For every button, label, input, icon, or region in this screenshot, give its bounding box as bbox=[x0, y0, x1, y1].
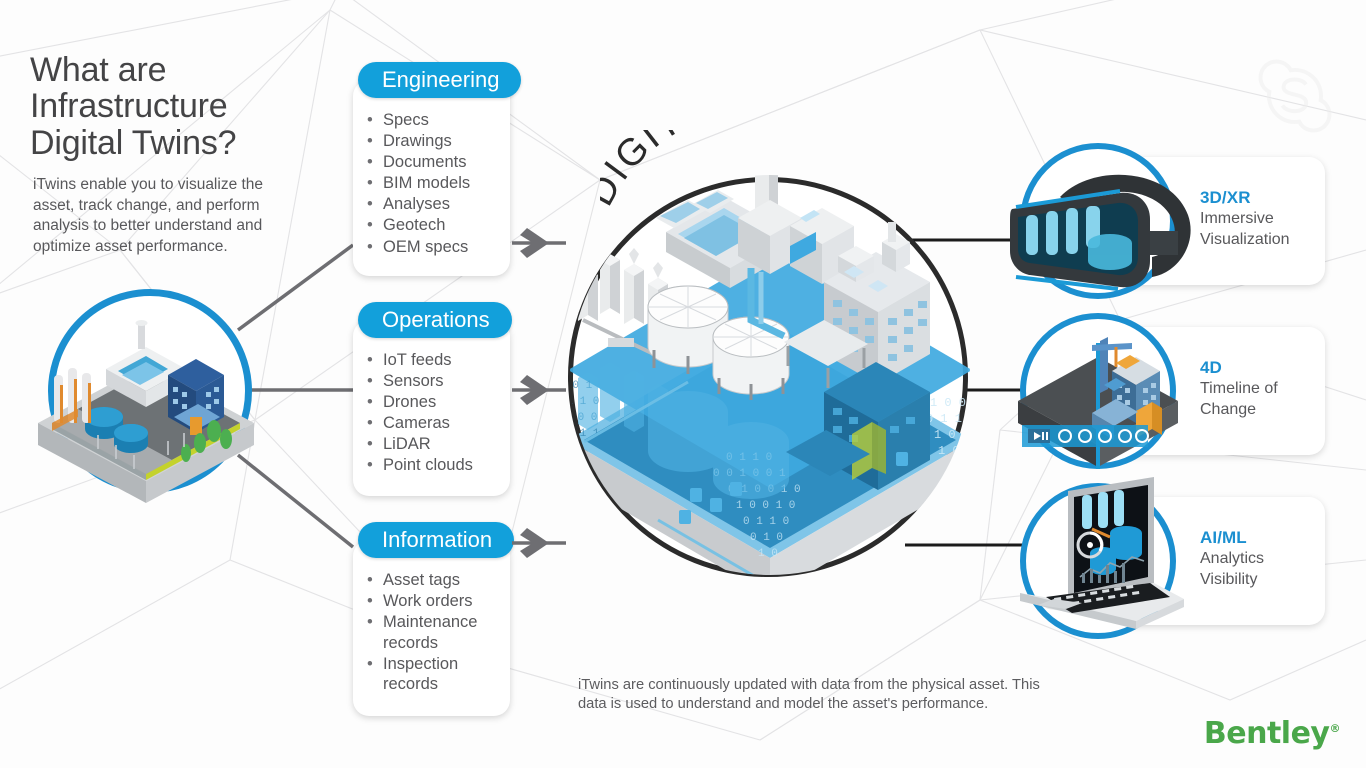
svg-text:1 0 0 1 0: 1 0 0 1 0 bbox=[938, 444, 1003, 458]
source-card-information[interactable]: Information • Asset tags • Work orders • Ma… bbox=[353, 522, 515, 716]
list-item: • Drawings bbox=[367, 131, 498, 152]
vr-headset-icon bbox=[1010, 174, 1191, 291]
list-item-label: Inspection records bbox=[383, 654, 459, 694]
bullet-icon: • bbox=[367, 237, 373, 256]
list-item: • Point clouds bbox=[367, 455, 498, 476]
list-item: • Work orders bbox=[367, 591, 498, 612]
bullet-icon: • bbox=[367, 435, 373, 454]
card-title-engineering: Engineering bbox=[358, 62, 522, 98]
bullet-icon: • bbox=[367, 174, 373, 193]
list-item-label: Analyses bbox=[383, 195, 450, 214]
list-item: • Analyses bbox=[367, 194, 498, 215]
engineering-item-list: • Specs • Drawings • Documents • BIM models … bbox=[353, 110, 510, 257]
list-item-label: Drones bbox=[383, 393, 437, 412]
output-card-subtitle: Analytics Visibility bbox=[1200, 550, 1265, 588]
isometric-plant-illustration bbox=[38, 320, 254, 503]
list-item-label: LiDAR bbox=[383, 435, 431, 454]
page-title: What are Infrastructure Digital Twins? bbox=[30, 51, 330, 162]
list-item: • Drones bbox=[367, 392, 498, 413]
bullet-icon: • bbox=[367, 111, 373, 129]
list-item-label: BIM models bbox=[383, 174, 471, 193]
operations-item-list: • IoT feeds • Sensors • Drones • Cameras • Li… bbox=[353, 350, 510, 476]
list-item: • Specs bbox=[367, 110, 498, 131]
svg-text:1 0: 1 0 bbox=[758, 548, 778, 560]
list-item-label: Drawings bbox=[383, 132, 452, 151]
list-item-label: Cameras bbox=[383, 414, 450, 433]
bullet-icon: • bbox=[367, 351, 373, 369]
digital-twin-label: DIGITAL TWIN bbox=[600, 130, 858, 213]
timeline-medallion bbox=[1018, 313, 1178, 469]
card-title-operations: Operations bbox=[358, 302, 512, 338]
physical-asset-medallion bbox=[38, 289, 254, 503]
list-item: • Geotech bbox=[367, 215, 498, 236]
list-item-label: Sensors bbox=[383, 372, 444, 391]
list-item: • Sensors bbox=[367, 371, 498, 392]
infographic-canvas: What are Infrastructure Digital Twins? i… bbox=[0, 0, 1366, 768]
timeline-scrubber bbox=[1022, 425, 1149, 447]
page-subcopy: iTwins enable you to visualize the asset… bbox=[33, 176, 264, 255]
page-title-line-1: What are bbox=[30, 51, 167, 89]
bentley-logo: Bentley® bbox=[1203, 716, 1341, 751]
bullet-icon: • bbox=[367, 195, 373, 214]
list-item-label: Geotech bbox=[383, 216, 446, 235]
output-card-subtitle: Immersive Visualization bbox=[1200, 210, 1290, 248]
page-title-line-3: Digital Twins? bbox=[30, 123, 237, 162]
bullet-icon: • bbox=[367, 571, 373, 589]
bullet-icon: • bbox=[367, 654, 373, 673]
digital-twin-label-text: DIGITAL TWIN bbox=[600, 130, 856, 213]
output-card-subtitle: Timeline of Change bbox=[1200, 380, 1278, 418]
registered-mark: ® bbox=[1329, 722, 1341, 735]
bottom-caption: iTwins are continuously updated with dat… bbox=[578, 677, 1040, 712]
list-item-label: OEM specs bbox=[383, 237, 469, 256]
list-item: • Documents bbox=[367, 152, 498, 173]
svg-text:1 0 0 1 0: 1 0 0 1 0 bbox=[736, 500, 795, 512]
svg-text:1 1 1: 1 1 1 bbox=[546, 444, 579, 456]
list-item-label: IoT feeds bbox=[383, 351, 452, 369]
bullet-icon: • bbox=[367, 414, 373, 433]
source-card-operations[interactable]: Operations • IoT feeds • Sensors • Drones •… bbox=[353, 302, 512, 496]
list-item: • Asset tags bbox=[367, 570, 498, 591]
list-item-label: Point clouds bbox=[383, 456, 473, 475]
bentley-logo-text: Bentley bbox=[1203, 716, 1330, 751]
source-card-engineering[interactable]: Engineering • Specs • Drawings • Documents … bbox=[353, 62, 522, 276]
svg-text:1 0 1 0 0: 1 0 1 0 0 bbox=[934, 428, 999, 442]
bullet-icon: • bbox=[367, 393, 373, 412]
list-item: • OEM specs bbox=[367, 237, 498, 258]
page-title-line-2: Infrastructure bbox=[30, 87, 228, 126]
svg-text:DIGITAL TWIN: DIGITAL TWIN bbox=[600, 130, 858, 213]
svg-text:1 0 0 1 0: 1 0 0 1 0 bbox=[930, 396, 995, 410]
svg-text:0 1 1 0 1 1: 0 1 1 0 1 1 bbox=[926, 412, 1005, 426]
list-item: • BIM models bbox=[367, 173, 498, 194]
skype-watermark-icon bbox=[1258, 59, 1332, 133]
list-item: • LiDAR bbox=[367, 434, 498, 455]
list-item-label: Documents bbox=[383, 153, 467, 172]
bullet-icon: • bbox=[367, 132, 373, 151]
list-item-label: Maintenance records bbox=[383, 613, 478, 652]
list-item: • Inspection records bbox=[367, 654, 498, 695]
digital-twin-illustration: 0 1 1 0 0 0 1 0 0 1 0 1 0 0 1 0 1 0 0 1 … bbox=[546, 175, 1005, 575]
list-item-label: Asset tags bbox=[383, 571, 461, 589]
svg-text:0 1 1 0: 0 1 1 0 bbox=[743, 516, 789, 528]
laptop-medallion bbox=[1020, 477, 1184, 639]
bullet-icon: • bbox=[367, 153, 373, 172]
list-item: • IoT feeds bbox=[367, 350, 498, 371]
bullet-icon: • bbox=[367, 456, 373, 475]
bullet-icon: • bbox=[367, 216, 373, 235]
list-item-label: Work orders bbox=[383, 592, 473, 611]
list-item: • Cameras bbox=[367, 413, 498, 434]
bullet-icon: • bbox=[367, 613, 373, 632]
bullet-icon: • bbox=[367, 372, 373, 391]
timeline-icon bbox=[1018, 337, 1178, 469]
svg-text:0 1 0: 0 1 0 bbox=[750, 532, 783, 544]
list-item-label: Specs bbox=[383, 111, 429, 129]
vr-headset-medallion bbox=[1010, 143, 1191, 299]
bullet-icon: • bbox=[367, 592, 373, 611]
information-item-list: • Asset tags • Work orders • Maintenance re… bbox=[353, 570, 510, 695]
card-title-information: Information bbox=[358, 522, 515, 558]
list-item: • Maintenance records bbox=[367, 612, 498, 653]
laptop-analytics-icon bbox=[1020, 477, 1184, 629]
